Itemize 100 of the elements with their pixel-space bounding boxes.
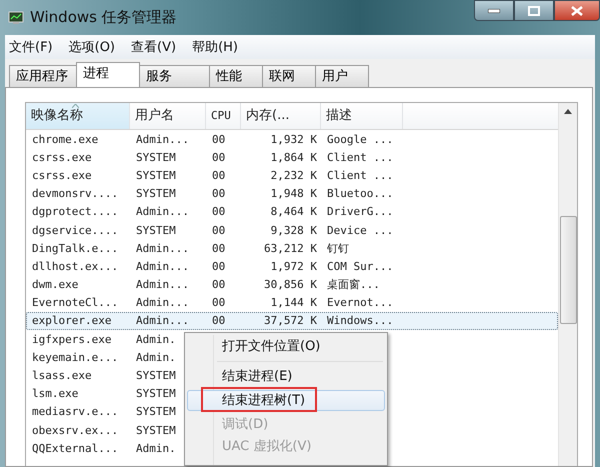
table-cell: Admin... — [136, 242, 189, 255]
table-cell: SYSTEM — [136, 424, 176, 437]
window-title: Windows 任务管理器 — [30, 8, 177, 27]
table-cell: 00 — [212, 187, 226, 200]
table-cell: 37,572 K — [264, 314, 317, 328]
table-cell: Device ... — [327, 224, 394, 237]
table-cell: DriverG... — [327, 205, 394, 218]
column-header[interactable]: 映像名称 — [26, 103, 130, 129]
close-button[interactable] — [554, 0, 600, 21]
table-cell: SYSTEM — [136, 224, 176, 237]
table-cell: 1,144 K — [270, 296, 317, 310]
table-cell: SYSTEM — [136, 405, 176, 418]
table-cell: mediasrv.e... — [32, 405, 118, 418]
table-cell: obexsrv.ex... — [32, 424, 118, 437]
table-cell: 00 — [212, 242, 226, 255]
table-cell: 1,948 K — [270, 187, 317, 200]
table-cell: Client ... — [327, 150, 394, 164]
table-cell: SYSTEM — [136, 168, 176, 182]
table-cell: dwm.exe — [32, 278, 78, 292]
minimize-button[interactable] — [474, 0, 514, 21]
table-cell: lsm.exe — [32, 387, 78, 400]
table-cell: 1,972 K — [270, 260, 317, 273]
sort-caret-icon — [72, 104, 79, 108]
table-cell: devmonsrv.... — [32, 187, 118, 200]
table-cell: 2,232 K — [270, 168, 317, 182]
tab[interactable]: 进程 — [76, 62, 140, 88]
table-cell: 9,328 K — [270, 224, 317, 237]
table-cell: dgservice.... — [32, 224, 118, 237]
table-cell: igfxpers.exe — [32, 332, 112, 346]
table-cell: Evernot... — [327, 296, 394, 310]
table-cell: csrss.exe — [32, 168, 92, 182]
table-cell: 00 — [212, 296, 226, 310]
table-cell: Admin... — [136, 260, 189, 273]
table-cell: 00 — [212, 205, 226, 218]
table-cell: QQExternal... — [32, 442, 118, 455]
table-cell: 00 — [212, 150, 226, 164]
table-cell: 钉钉 — [327, 242, 349, 255]
menu-item[interactable]: 帮助(H) — [192, 38, 238, 56]
menu-item[interactable]: 结束进程(E) — [187, 366, 385, 387]
table-cell: 00 — [212, 132, 226, 146]
table-cell: 30,856 K — [264, 278, 317, 292]
tab[interactable]: 应用程序 — [9, 65, 77, 87]
minimize-icon — [488, 8, 500, 12]
tab[interactable]: 联网 — [262, 65, 316, 87]
scrollbar[interactable] — [558, 103, 577, 466]
table-cell: 00 — [212, 314, 226, 328]
table-cell: csrss.exe — [32, 150, 92, 164]
table-cell: Admin... — [136, 314, 189, 328]
table-cell: SYSTEM — [136, 187, 176, 200]
tab[interactable]: 用户 — [315, 65, 369, 87]
scroll-up-icon[interactable] — [564, 109, 572, 114]
tab[interactable]: 性能 — [209, 65, 263, 87]
menu-item: 调试(D) — [221, 416, 270, 434]
tab[interactable]: 服务 — [139, 65, 210, 87]
table-cell: keyemain.e... — [32, 350, 118, 364]
table-cell: 00 — [212, 278, 226, 292]
table-cell: lsass.exe — [32, 369, 92, 382]
table-cell: Google ... — [327, 132, 394, 146]
table-cell: EvernoteCl... — [32, 296, 118, 310]
column-header[interactable]: 内存(... — [241, 103, 321, 129]
table-cell: Admin... — [136, 205, 189, 218]
table-cell: Admin... — [136, 278, 189, 292]
table-cell: Admin... — [136, 296, 189, 310]
table-cell: Admin. — [136, 350, 176, 364]
table-cell: Admin. — [136, 442, 176, 455]
table-cell: COM Sur... — [327, 260, 394, 273]
column-header[interactable]: 用户名 — [130, 103, 206, 129]
scroll-thumb[interactable] — [560, 216, 576, 324]
menu-item[interactable]: 选项(O) — [68, 38, 116, 56]
table-cell: SYSTEM — [136, 387, 176, 400]
table-cell: chrome.exe — [32, 132, 98, 146]
table-cell: 00 — [212, 260, 226, 273]
table-cell: DingTalk.e... — [32, 242, 118, 255]
table-cell: Client ... — [327, 168, 394, 182]
table-cell: 1,864 K — [270, 150, 317, 164]
table-cell: 桌面窗... — [327, 278, 380, 292]
table-cell: 8,464 K — [270, 205, 317, 218]
table-cell: Admin. — [136, 332, 176, 346]
table-cell: SYSTEM — [136, 369, 176, 382]
close-icon — [571, 6, 583, 16]
maximize-icon — [528, 6, 540, 16]
menu-item[interactable]: 打开文件位置(O) — [187, 336, 385, 357]
menu-item: UAC 虚拟化(V) — [221, 438, 312, 456]
table-cell: SYSTEM — [136, 150, 176, 164]
column-header[interactable]: 描述 — [321, 103, 403, 129]
monitor-icon — [8, 10, 24, 24]
menu-item[interactable]: 文件(F) — [9, 38, 53, 56]
maximize-button[interactable] — [514, 0, 554, 21]
table-cell: explorer.exe — [32, 314, 112, 328]
table-cell: dgprotect.... — [32, 205, 118, 218]
table-cell: 00 — [212, 168, 226, 182]
table-cell: dllhost.ex... — [32, 260, 118, 273]
selected-row[interactable]: explorer.exe Admin... 00 37,572 K Windows... — [26, 312, 558, 330]
table-cell: Windows... — [327, 314, 394, 328]
table-cell: 1,932 K — [270, 132, 317, 146]
table-cell: Bluetoo... — [327, 187, 394, 200]
column-header[interactable]: CPU — [206, 103, 241, 129]
menu-item[interactable]: 结束进程树(T) — [187, 390, 385, 411]
menu-item[interactable]: 查看(V) — [131, 38, 176, 56]
table-cell: 00 — [212, 224, 226, 237]
